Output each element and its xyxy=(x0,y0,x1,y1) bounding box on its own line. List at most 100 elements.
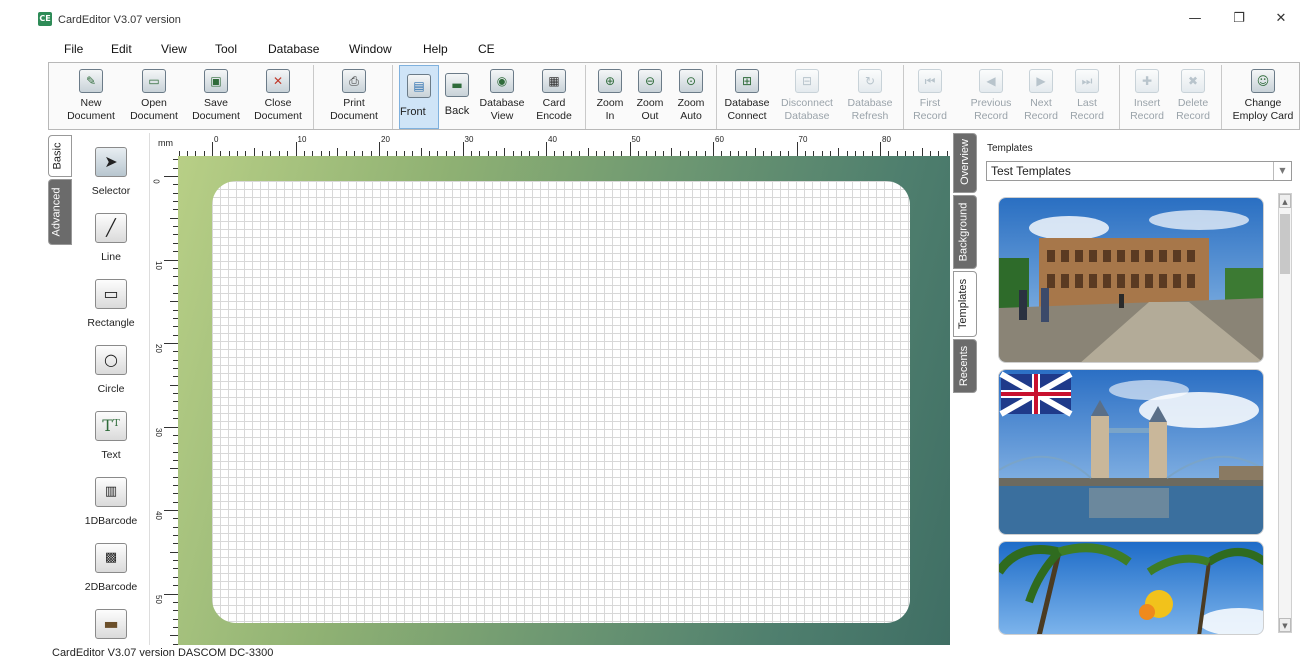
ruler-tick xyxy=(713,142,714,156)
chevron-down-icon[interactable]: ▼ xyxy=(1273,162,1291,180)
menu-view[interactable]: View xyxy=(161,42,187,56)
tool-panel: ➤ Selector ╱ Line ▭ Rectangle ○ Circle T… xyxy=(72,133,150,653)
close-window-button[interactable]: ✕ xyxy=(1266,8,1296,30)
menu-help[interactable]: Help xyxy=(423,42,448,56)
new-document-icon: ✎ xyxy=(79,69,103,93)
card-encode-button[interactable]: ▦ Card Encode xyxy=(529,65,579,129)
tab-overview[interactable]: Overview xyxy=(953,133,977,193)
ruler-label: 40 xyxy=(548,135,557,144)
line-icon: ╱ xyxy=(95,213,127,243)
beach-photo xyxy=(999,542,1263,634)
ruler-tick xyxy=(212,142,213,156)
change-employ-card-button[interactable]: ☺ Change Employ Card xyxy=(1229,65,1297,129)
tool-text[interactable]: Tᵀ Text xyxy=(72,411,150,461)
last-record-icon: ⏭ xyxy=(1075,69,1099,93)
delete-record-button[interactable]: ✖ Delete Record xyxy=(1171,65,1215,129)
template-thumbnail-beach[interactable] xyxy=(998,541,1264,635)
save-label-1: Save xyxy=(204,97,228,109)
card-background[interactable] xyxy=(178,156,950,654)
scrollbar-thumb[interactable] xyxy=(1280,214,1290,274)
first-record-button[interactable]: ⏮ First Record xyxy=(907,65,953,129)
connect-label-1: Database xyxy=(724,97,770,109)
new-label-1: New xyxy=(80,97,102,109)
printer-icon: ⎙ xyxy=(342,69,366,93)
tab-advanced[interactable]: Advanced xyxy=(48,179,72,245)
new-document-button[interactable]: ✎ New Document xyxy=(61,65,121,129)
tab-background-label: Background xyxy=(957,202,970,262)
save-label-2: Document xyxy=(192,110,240,122)
tool-rectangle[interactable]: ▭ Rectangle xyxy=(72,279,150,329)
database-refresh-icon: ↻ xyxy=(858,69,882,93)
restore-button[interactable]: ❐ xyxy=(1224,8,1254,30)
arrow-cursor-icon: ➤ xyxy=(95,147,127,177)
encode-label-2: Encode xyxy=(536,110,572,122)
menu-edit[interactable]: Edit xyxy=(111,42,132,56)
card-design-area[interactable] xyxy=(212,181,910,623)
close-document-button[interactable]: ✕ Close Document xyxy=(247,65,309,129)
ruler-tick xyxy=(880,142,881,156)
toolbar-separator xyxy=(1119,65,1120,129)
toolbar: ✎ New Document ▭ Open Document ▣ Save Docum… xyxy=(48,62,1300,130)
template-category-select[interactable]: Test Templates ▼ xyxy=(986,161,1292,181)
menu-file[interactable]: File xyxy=(64,42,83,56)
tool-selector[interactable]: ➤ Selector xyxy=(72,147,150,197)
front-side-button[interactable]: ▤ Front xyxy=(399,65,439,129)
save-document-button[interactable]: ▣ Save Document xyxy=(185,65,247,129)
ruler-tick xyxy=(253,148,255,156)
minimize-button[interactable]: — xyxy=(1180,8,1210,30)
open-document-button[interactable]: ▭ Open Document xyxy=(123,65,185,129)
print-document-button[interactable]: ⎙ Print Document xyxy=(323,65,385,129)
zoom-out-button[interactable]: ⊖ Zoom Out xyxy=(631,65,669,129)
tab-templates[interactable]: Templates xyxy=(953,271,977,337)
ruler-tick xyxy=(170,301,178,303)
ruler-label: 20 xyxy=(153,344,163,353)
encode-label-1: Card xyxy=(542,97,566,109)
database-connect-button[interactable]: ⊞ Database Connect xyxy=(721,65,773,129)
database-disconnect-button[interactable]: ⊟ Disconnect Database xyxy=(777,65,837,129)
scroll-up-arrow-icon[interactable]: ▲ xyxy=(1279,194,1291,208)
tab-basic[interactable]: Basic xyxy=(48,135,72,177)
menu-tool[interactable]: Tool xyxy=(215,42,237,56)
toolbar-separator xyxy=(1221,65,1222,129)
menu-window[interactable]: Window xyxy=(349,42,392,56)
zoom-in-button[interactable]: ⊕ Zoom In xyxy=(591,65,629,129)
database-refresh-button[interactable]: ↻ Database Refresh xyxy=(843,65,897,129)
refresh-label-1: Database xyxy=(847,97,893,109)
delete-label-1: Delete xyxy=(1177,97,1209,109)
tab-recents[interactable]: Recents xyxy=(953,339,977,393)
zoom-auto-button[interactable]: ⊙ Zoom Auto xyxy=(671,65,711,129)
open-label-2: Document xyxy=(130,110,178,122)
ruler-label: 50 xyxy=(631,135,641,144)
previous-record-button[interactable]: ◀ Previous Record xyxy=(967,65,1015,129)
tool-image[interactable]: ▬ xyxy=(72,609,150,639)
toolbar-separator xyxy=(903,65,904,129)
scroll-down-arrow-icon[interactable]: ▼ xyxy=(1279,618,1291,632)
tool-circle[interactable]: ○ Circle xyxy=(72,345,150,395)
template-thumbnail-colosseum[interactable] xyxy=(998,197,1264,363)
last-record-button[interactable]: ⏭ Last Record xyxy=(1065,65,1109,129)
toolbar-separator xyxy=(716,65,717,129)
zoomauto-label-1: Zoom xyxy=(677,97,705,109)
ruler-tick xyxy=(164,593,178,595)
ruler-tick xyxy=(587,148,589,156)
tool-2d-barcode[interactable]: ▩ 2DBarcode xyxy=(72,543,150,593)
back-side-button[interactable]: ▬ Back xyxy=(440,65,474,129)
menu-ce[interactable]: CE xyxy=(478,42,495,56)
database-view-button[interactable]: ◉ Database View xyxy=(477,65,527,129)
tab-templates-label: Templates xyxy=(957,278,970,330)
ruler-tick xyxy=(295,142,297,156)
insert-record-button[interactable]: ✚ Insert Record xyxy=(1125,65,1169,129)
ruler-tick xyxy=(379,142,380,156)
menu-database[interactable]: Database xyxy=(268,42,319,56)
tool-1d-barcode[interactable]: ▥ 1DBarcode xyxy=(72,477,150,527)
template-thumbnail-tower-bridge[interactable] xyxy=(998,369,1264,535)
ruler-label: 70 xyxy=(798,135,808,144)
text-icon: Tᵀ xyxy=(95,411,127,441)
previous-record-icon: ◀ xyxy=(979,69,1003,93)
tool-line[interactable]: ╱ Line xyxy=(72,213,150,263)
first-label-1: First xyxy=(919,97,941,109)
next-record-button[interactable]: ▶ Next Record xyxy=(1019,65,1063,129)
templates-scrollbar[interactable]: ▲ ▼ xyxy=(1278,193,1292,633)
design-canvas[interactable]: mm 0 10 20 30 40 50 60 70 80 0 10 20 30 40 50 xyxy=(152,134,950,654)
tab-background[interactable]: Background xyxy=(953,195,977,269)
